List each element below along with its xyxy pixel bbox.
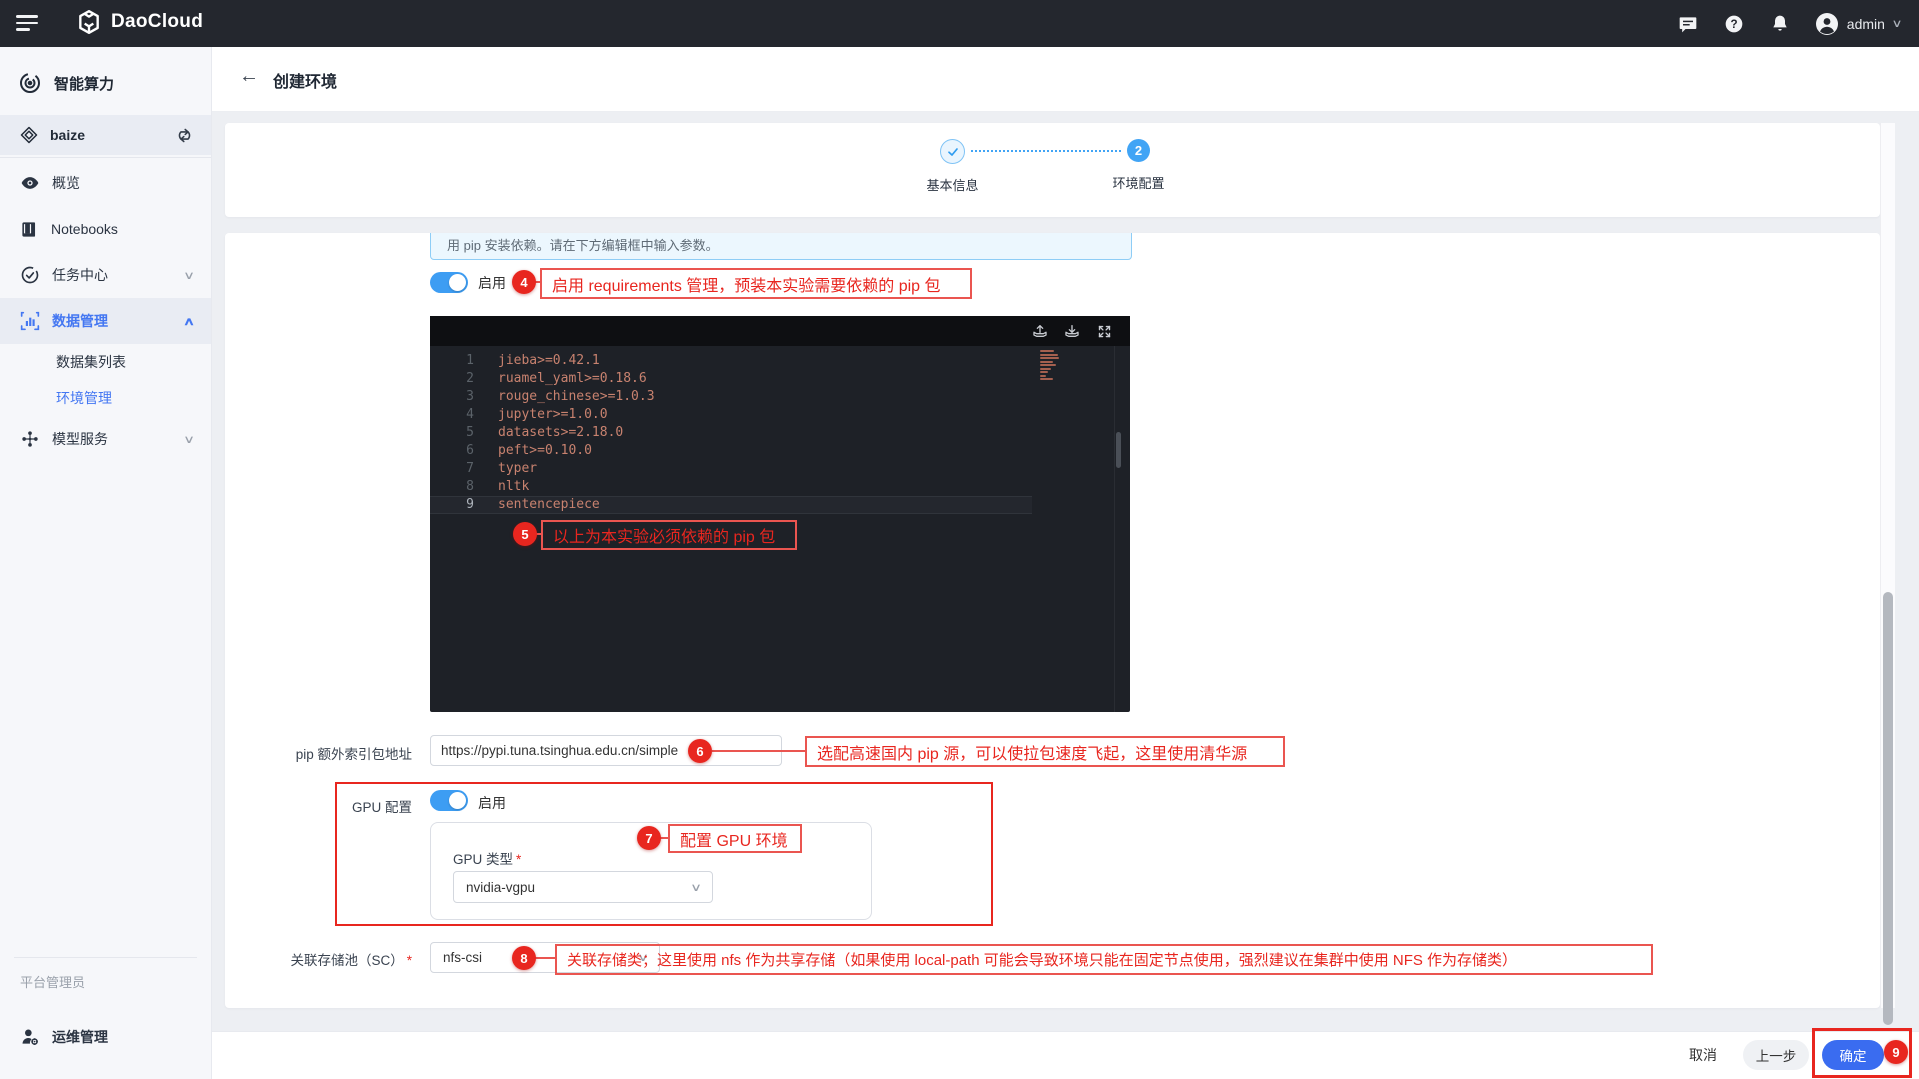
code-line: 3rouge_chinese>=1.0.3 — [430, 388, 1130, 406]
footer-bar: 取消 上一步 确定 — [211, 1031, 1919, 1079]
data-chart-icon — [20, 311, 40, 331]
divider — [14, 957, 197, 958]
annotation-box-7: 配置 GPU 环境 — [668, 824, 802, 853]
daocloud-logo-icon — [76, 9, 102, 35]
sidebar-item-ops-management[interactable]: 运维管理 — [20, 1027, 108, 1047]
code-line: 8nltk — [430, 478, 1130, 496]
code-line: 1jieba>=0.42.1 — [430, 352, 1130, 370]
step-done-circle — [940, 139, 965, 164]
chevron-down-icon: ∨ — [183, 433, 195, 446]
code-line: 9sentencepiece — [430, 496, 1032, 514]
eye-icon — [20, 173, 40, 193]
code-line: 5datasets>=2.18.0 — [430, 424, 1130, 442]
avatar-icon — [1815, 12, 1839, 36]
hamburger-icon[interactable] — [16, 15, 38, 31]
page-scrollbar-thumb[interactable] — [1883, 592, 1893, 1025]
sidebar-item-task-center[interactable]: 任务中心 ∨ — [0, 252, 211, 298]
ops-person-gear-icon — [20, 1027, 40, 1047]
chevron-down-icon: ∨ — [183, 269, 195, 282]
code-line: 2ruamel_yaml>=0.18.6 — [430, 370, 1130, 388]
workspace-name: baize — [50, 127, 176, 143]
sidebar-item-notebooks[interactable]: Notebooks — [0, 206, 211, 252]
annotation-box-8: 关联存储类；这里使用 nfs 作为共享存储（如果使用 local-path 可能… — [555, 944, 1653, 975]
sidebar-group-label: 平台管理员 — [20, 972, 85, 991]
sidebar: 智能算力 baize 概览 Notebooks 任务中心 ∨ 数据管理 — [0, 47, 212, 1079]
username: admin — [1847, 16, 1885, 32]
module-header: 智能算力 — [0, 47, 211, 115]
brand[interactable]: DaoCloud — [76, 9, 203, 35]
back-arrow-icon[interactable]: ← — [239, 65, 259, 88]
upload-icon[interactable] — [1032, 323, 1048, 339]
requirements-code-editor[interactable]: 1jieba>=0.42.12ruamel_yaml>=0.18.63rouge… — [430, 316, 1130, 712]
switch-workspace-icon[interactable] — [176, 127, 193, 144]
stepper: 基本信息 2 环境配置 — [843, 123, 1263, 217]
workspace-icon — [20, 126, 38, 144]
module-icon — [18, 71, 42, 95]
cancel-button[interactable]: 取消 — [1679, 1045, 1727, 1065]
page-header: ← 创建环境 — [211, 47, 1919, 112]
step-basic-info: 基本信息 — [911, 139, 995, 194]
code-line: 6peft>=0.10.0 — [430, 442, 1130, 460]
annotation-badge-7: 7 — [637, 826, 661, 850]
requirements-toggle[interactable] — [430, 272, 468, 293]
annotation-line-6 — [712, 750, 805, 752]
annotation-badge-5: 5 — [513, 522, 537, 546]
sidebar-item-overview[interactable]: 概览 — [0, 160, 211, 206]
annotation-badge-9: 9 — [1884, 1040, 1908, 1064]
required-asterisk: * — [407, 953, 412, 968]
annotation-badge-4: 4 — [512, 270, 536, 294]
chevron-down-icon: ∨ — [1891, 17, 1902, 30]
chat-icon[interactable] — [1677, 13, 1699, 35]
info-alert-text: 用 pip 安装依赖。请在下方编辑框中输入参数。 — [447, 235, 719, 254]
storage-pool-label: 关联存储池（SC）* — [225, 949, 412, 969]
check-icon — [947, 146, 959, 158]
book-icon — [20, 220, 39, 239]
svg-text:?: ? — [1730, 18, 1737, 31]
expand-icon[interactable] — [1096, 323, 1112, 339]
annotation-box-5: 以上为本实验必须依赖的 pip 包 — [541, 520, 797, 550]
chevron-up-icon: ∧ — [183, 315, 195, 328]
requirements-toggle-row: 启用 — [430, 272, 506, 293]
sidebar-item-model-service[interactable]: 模型服务 ∨ — [0, 416, 211, 462]
main-content: ← 创建环境 基本信息 2 环境配置 用 pip 安装依赖。请在下方编辑框中输入… — [211, 47, 1919, 1079]
annotation-frame-gpu — [335, 782, 993, 926]
previous-step-button[interactable]: 上一步 — [1743, 1040, 1809, 1070]
divider — [0, 157, 211, 158]
info-alert: 用 pip 安装依赖。请在下方编辑框中输入参数。 — [430, 233, 1132, 260]
stepper-card: 基本信息 2 环境配置 — [225, 123, 1880, 217]
model-nodes-icon — [20, 429, 40, 449]
storage-pool-value: nfs-csi — [443, 950, 482, 965]
code-line: 4jupyter>=1.0.0 — [430, 406, 1130, 424]
user-menu[interactable]: admin ∨ — [1815, 12, 1901, 36]
download-icon[interactable] — [1064, 323, 1080, 339]
editor-scrollbar-thumb[interactable] — [1116, 432, 1121, 468]
workspace-selector[interactable]: baize — [0, 115, 211, 155]
annotation-box-6: 选配高速国内 pip 源，可以使拉包速度飞起，这里使用清华源 — [805, 736, 1285, 767]
code-line: 7typer — [430, 460, 1130, 478]
step-current-circle: 2 — [1127, 139, 1150, 162]
editor-toolbar — [430, 316, 1130, 346]
requirements-toggle-label: 启用 — [478, 273, 506, 293]
page-title: 创建环境 — [273, 68, 337, 92]
editor-scrollbar-track — [1114, 346, 1115, 712]
help-icon[interactable]: ? — [1723, 13, 1745, 35]
annotation-line-8 — [534, 957, 555, 959]
topbar: DaoCloud ? admin ∨ — [0, 0, 1919, 47]
sidebar-item-dataset-list[interactable]: 数据集列表 — [0, 344, 211, 380]
brand-name: DaoCloud — [111, 11, 203, 33]
form-card: 用 pip 安装依赖。请在下方编辑框中输入参数。 启用 4 启用 require… — [225, 233, 1880, 1008]
task-check-icon — [20, 265, 40, 285]
annotation-badge-6: 6 — [688, 739, 712, 763]
sidebar-item-env-management[interactable]: 环境管理 — [0, 380, 211, 416]
annotation-badge-8: 8 — [512, 946, 536, 970]
bell-icon[interactable] — [1769, 13, 1791, 35]
sidebar-item-data-management[interactable]: 数据管理 ∧ — [0, 298, 211, 344]
pip-index-label: pip 额外索引包地址 — [225, 743, 412, 763]
step-env-config: 2 环境配置 — [1097, 139, 1181, 192]
annotation-box-4: 启用 requirements 管理，预装本实验需要依赖的 pip 包 — [540, 268, 972, 299]
code-editor-lines: 1jieba>=0.42.12ruamel_yaml>=0.18.63rouge… — [430, 352, 1130, 514]
